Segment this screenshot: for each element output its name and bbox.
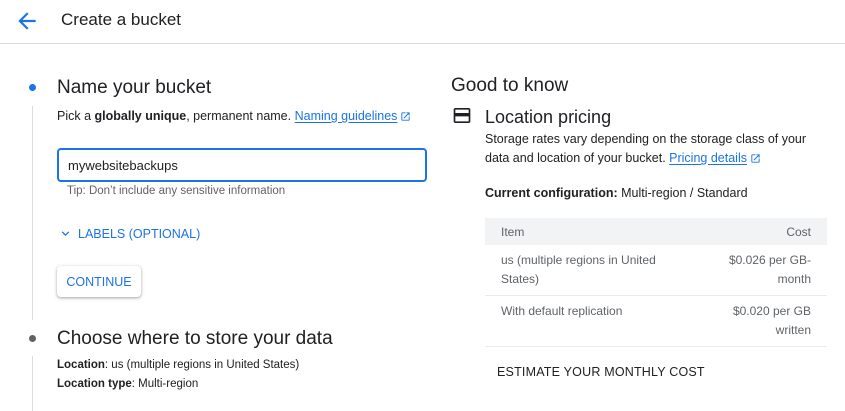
page-title: Create a bucket	[61, 10, 182, 29]
table-cell-cost: $0.026 per GB-month	[697, 245, 827, 296]
pricing-details-link[interactable]: Pricing details	[669, 151, 747, 165]
pricing-desc-text: data and location of your bucket.	[485, 151, 670, 165]
labels-toggle-label: LABELS (OPTIONAL)	[78, 226, 201, 241]
arrow-back-icon	[18, 12, 36, 30]
desc-prefix: Pick a	[57, 109, 95, 123]
naming-guidelines-link[interactable]: Naming guidelines	[295, 109, 398, 123]
bucket-name-input[interactable]	[57, 148, 427, 182]
continue-button[interactable]: CONTINUE	[57, 266, 141, 297]
pricing-table: Item Cost us (multiple regions in United…	[485, 218, 827, 347]
naming-description: Pick a globally unique, permanent name. …	[57, 109, 411, 123]
pricing-desc-line1: Storage rates vary depending on the stor…	[485, 132, 807, 146]
desc-bold: globally unique	[94, 109, 187, 123]
step-title-name-bucket: Name your bucket	[57, 77, 212, 98]
location-info: Location: us (multiple regions in United…	[57, 359, 299, 371]
table-header-row: Item Cost	[485, 218, 827, 245]
current-configuration: Current configuration: Multi-region / St…	[485, 186, 748, 200]
column-header-cost: Cost	[697, 218, 827, 245]
step-connector	[32, 356, 33, 411]
desc-suffix: , permanent name.	[186, 109, 295, 123]
config-label: Current configuration:	[485, 186, 618, 200]
table-row: us (multiple regions in United States) $0…	[485, 245, 827, 296]
credit-card-icon	[453, 108, 471, 123]
chevron-down-icon	[61, 231, 70, 236]
location-type-info: Location type: Multi-region	[57, 378, 198, 390]
table-cell-cost: $0.020 per GB written	[697, 295, 827, 347]
step-indicator-inactive	[29, 335, 36, 342]
cell-line: $0.026 per GB-	[728, 253, 811, 267]
pricing-desc-line2: data and location of your bucket. Pricin…	[485, 151, 761, 165]
external-link-icon	[401, 112, 411, 121]
top-bar: Create a bucket	[0, 0, 845, 44]
cell-line: With default replication	[501, 304, 623, 318]
location-type-label: Location type	[57, 378, 132, 390]
location-type-value: : Multi-region	[131, 378, 199, 390]
good-to-know-heading: Good to know	[451, 75, 569, 96]
config-value: Multi-region / Standard	[617, 186, 748, 200]
table-row: With default replication $0.020 per GB wr…	[485, 295, 827, 347]
input-tip: Tip: Don’t include any sensitive informa…	[67, 185, 286, 197]
table-cell-item: With default replication	[485, 295, 698, 347]
cell-line: written	[775, 323, 811, 337]
location-pricing-title: Location pricing	[485, 107, 612, 127]
cell-line: month	[777, 272, 811, 286]
column-header-item: Item	[485, 218, 698, 245]
location-label: Location	[57, 359, 105, 371]
cell-line: $0.020 per GB	[732, 304, 811, 318]
location-value: : us (multiple regions in United States)	[104, 359, 300, 371]
labels-toggle[interactable]: LABELS (OPTIONAL)	[58, 226, 200, 241]
step-indicator-active	[29, 84, 36, 91]
estimate-monthly-cost-button[interactable]: ESTIMATE YOUR MONTHLY COST	[497, 365, 705, 379]
back-button[interactable]	[14, 8, 40, 34]
external-link-icon	[751, 154, 760, 163]
step-connector	[32, 106, 33, 320]
cell-line: States)	[501, 272, 540, 286]
table-cell-item: us (multiple regions in United States)	[485, 245, 698, 296]
step-title-location: Choose where to store your data	[57, 328, 333, 349]
cell-line: us (multiple regions in United	[501, 253, 656, 267]
